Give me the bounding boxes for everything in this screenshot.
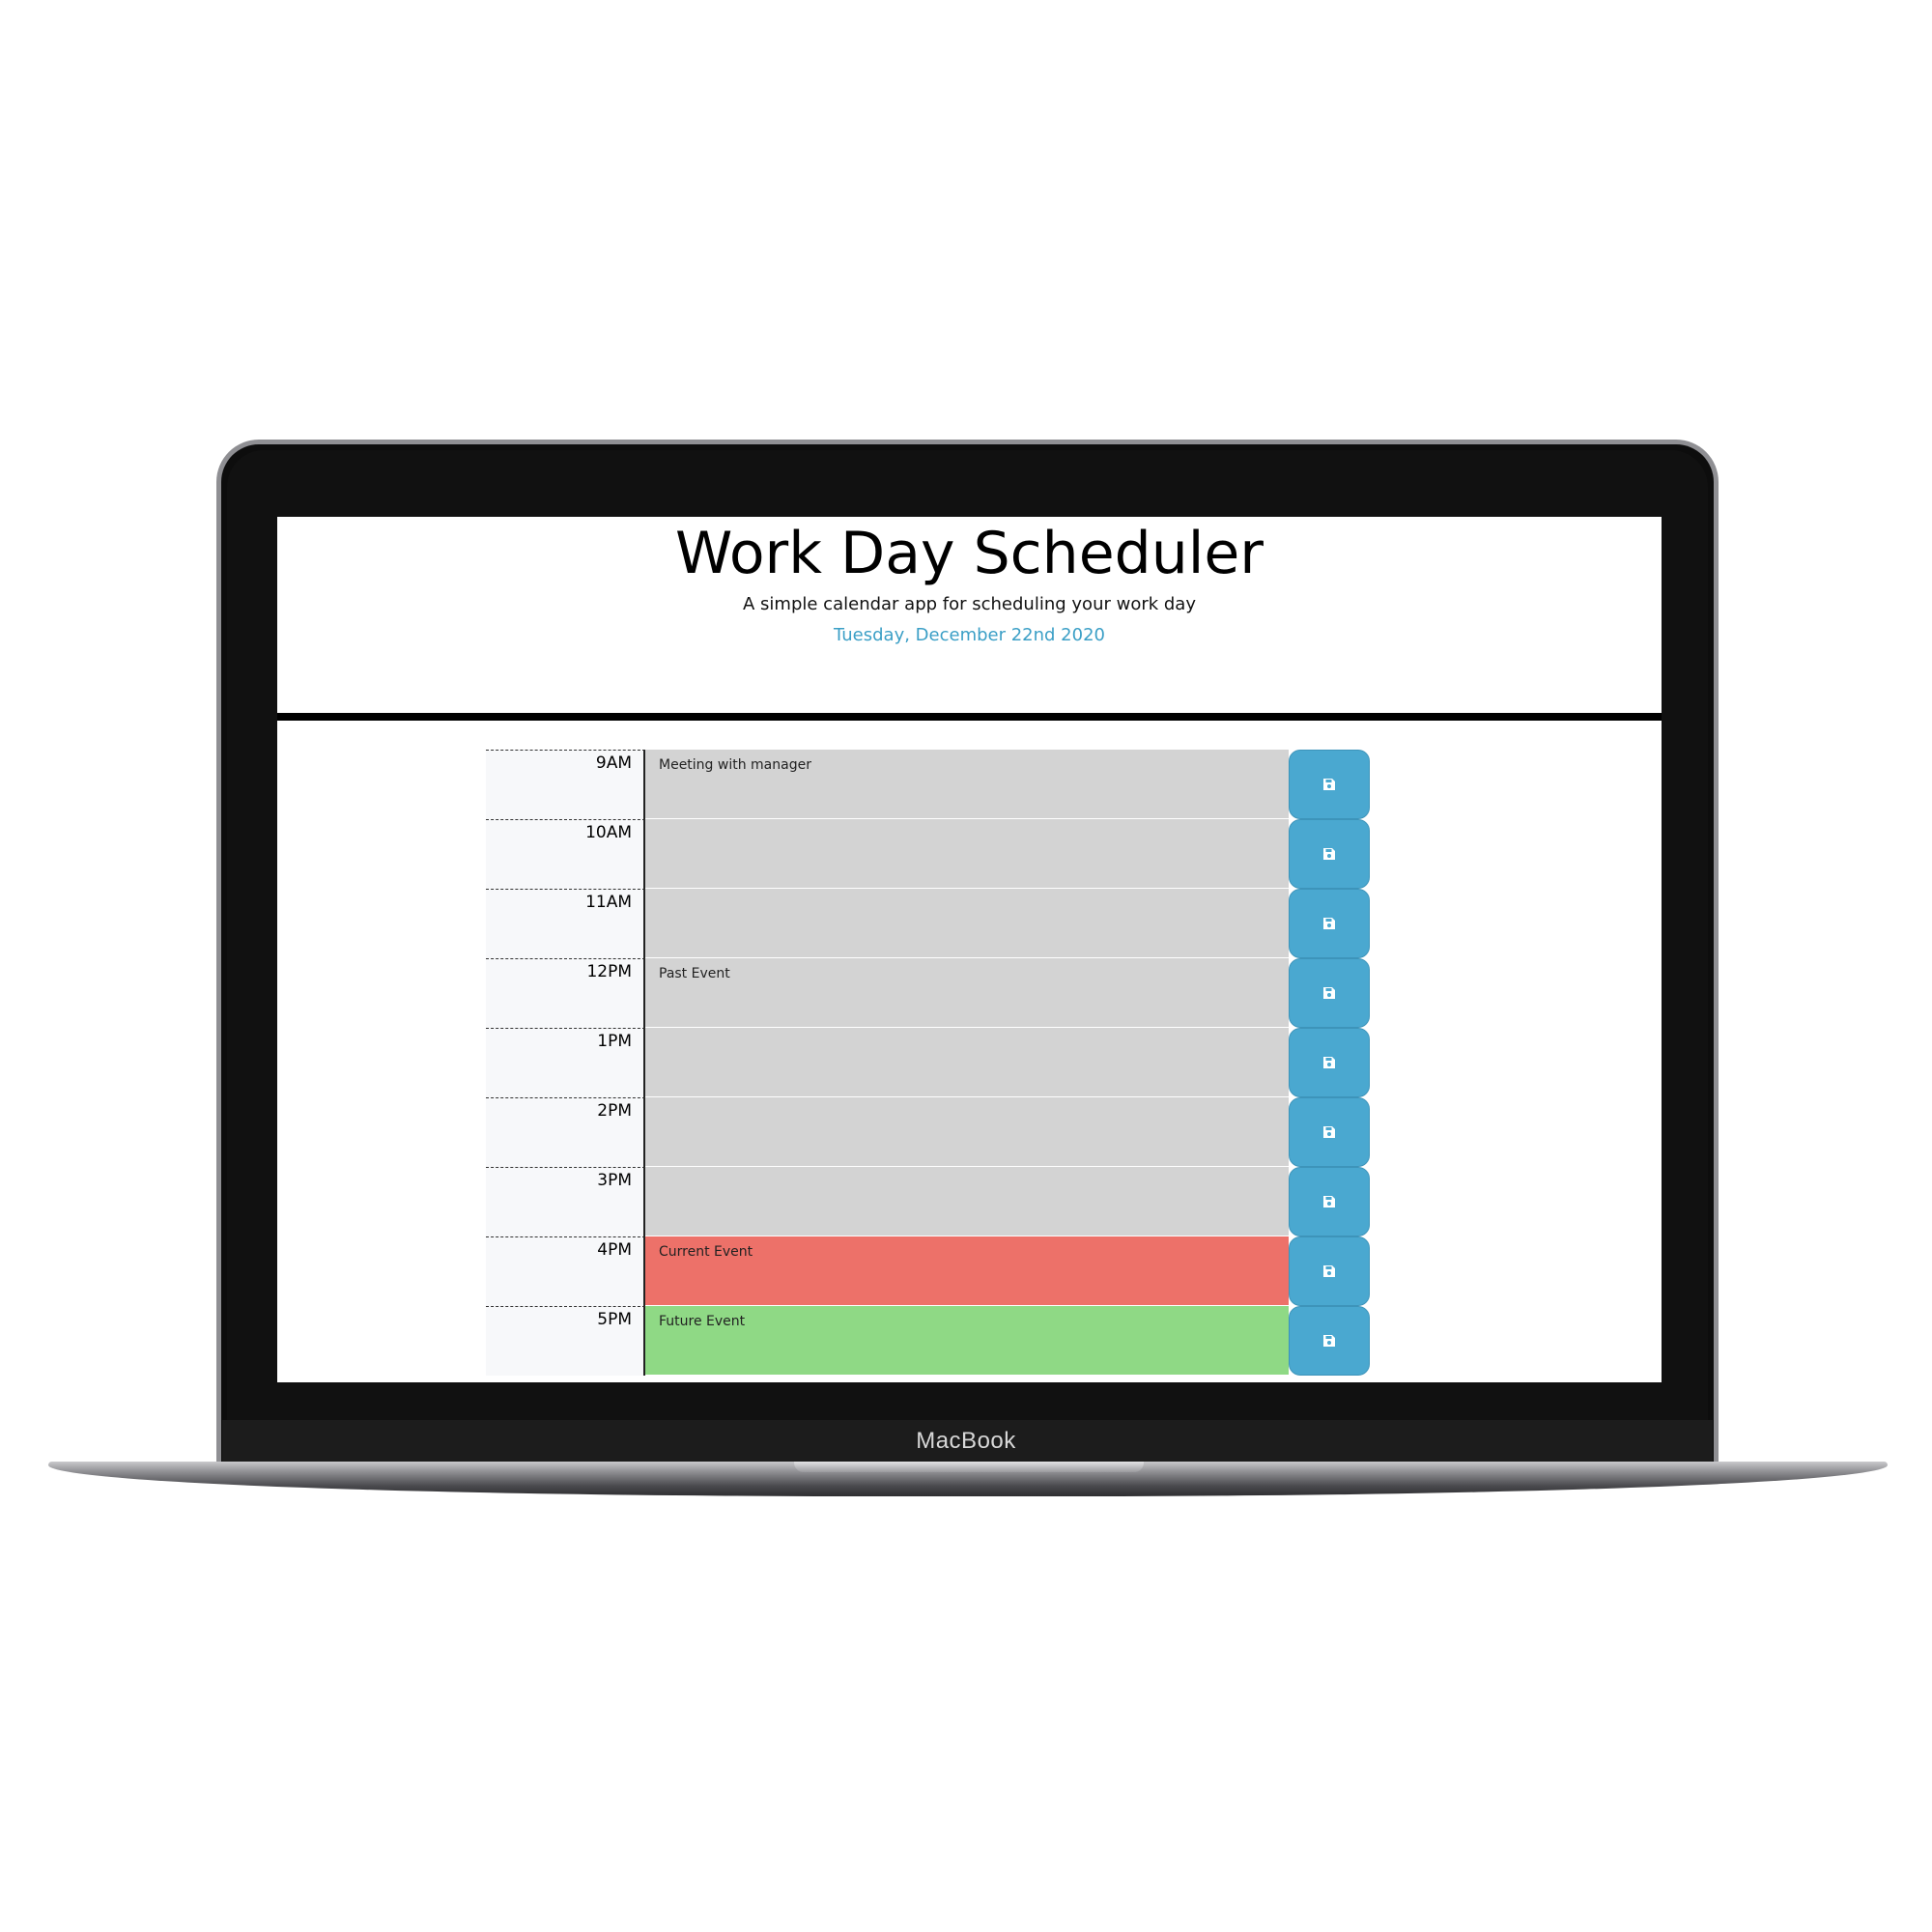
time-block-row: 3PM	[486, 1167, 1370, 1236]
time-block-row: 12PM Past Event	[486, 958, 1370, 1028]
save-icon	[1323, 779, 1335, 790]
save-icon	[1323, 1196, 1335, 1208]
event-description-field[interactable]	[645, 1097, 1289, 1167]
event-description-field[interactable]: Past Event	[645, 958, 1289, 1028]
save-icon	[1323, 1057, 1335, 1068]
hour-label: 2PM	[486, 1097, 645, 1167]
time-block-row: 2PM	[486, 1097, 1370, 1167]
save-button[interactable]	[1289, 1167, 1370, 1236]
save-button[interactable]	[1289, 750, 1370, 819]
hour-label: 5PM	[486, 1306, 645, 1376]
current-date: Tuesday, December 22nd 2020	[833, 625, 1105, 645]
hour-label: 4PM	[486, 1236, 645, 1306]
save-icon	[1323, 848, 1335, 860]
save-icon	[1323, 918, 1335, 929]
save-button[interactable]	[1289, 1028, 1370, 1097]
time-block-row: 5PM Future Event	[486, 1306, 1370, 1376]
save-icon	[1323, 987, 1335, 999]
save-button[interactable]	[1289, 819, 1370, 889]
laptop-hinge-notch	[794, 1462, 1144, 1472]
event-description-field[interactable]: Meeting with manager	[645, 750, 1289, 819]
hour-label: 11AM	[486, 889, 645, 958]
laptop-brand-label: MacBook	[916, 1428, 1016, 1454]
hour-label: 3PM	[486, 1167, 645, 1236]
save-icon	[1323, 1335, 1335, 1347]
laptop-screen: Work Day Scheduler A simple calendar app…	[277, 517, 1662, 1382]
hour-label: 1PM	[486, 1028, 645, 1097]
product-mockup: MacBook Work Day Scheduler A simple cale…	[0, 0, 1932, 1932]
save-button[interactable]	[1289, 1306, 1370, 1376]
save-button[interactable]	[1289, 958, 1370, 1028]
time-block-row: 9AM Meeting with manager	[486, 750, 1370, 819]
event-description-field[interactable]: Current Event	[645, 1236, 1289, 1306]
hour-label: 12PM	[486, 958, 645, 1028]
time-block-row: 11AM	[486, 889, 1370, 958]
save-icon	[1323, 1265, 1335, 1277]
event-description-field[interactable]	[645, 1028, 1289, 1097]
hour-label: 9AM	[486, 750, 645, 819]
save-button[interactable]	[1289, 1097, 1370, 1167]
page-subtitle: A simple calendar app for scheduling you…	[743, 594, 1196, 614]
save-button[interactable]	[1289, 889, 1370, 958]
page-header: Work Day Scheduler A simple calendar app…	[277, 517, 1662, 721]
time-block-row: 10AM	[486, 819, 1370, 889]
event-description-field[interactable]	[645, 1167, 1289, 1236]
event-description-field[interactable]	[645, 819, 1289, 889]
event-description-field[interactable]	[645, 889, 1289, 958]
page-title: Work Day Scheduler	[675, 520, 1264, 587]
event-description-field[interactable]: Future Event	[645, 1306, 1289, 1376]
time-block-row: 1PM	[486, 1028, 1370, 1097]
hour-label: 10AM	[486, 819, 645, 889]
save-button[interactable]	[1289, 1236, 1370, 1306]
schedule-container: 9AM Meeting with manager 10AM 11AM 12PM …	[486, 750, 1370, 1376]
time-block-row: 4PM Current Event	[486, 1236, 1370, 1306]
save-icon	[1323, 1126, 1335, 1138]
